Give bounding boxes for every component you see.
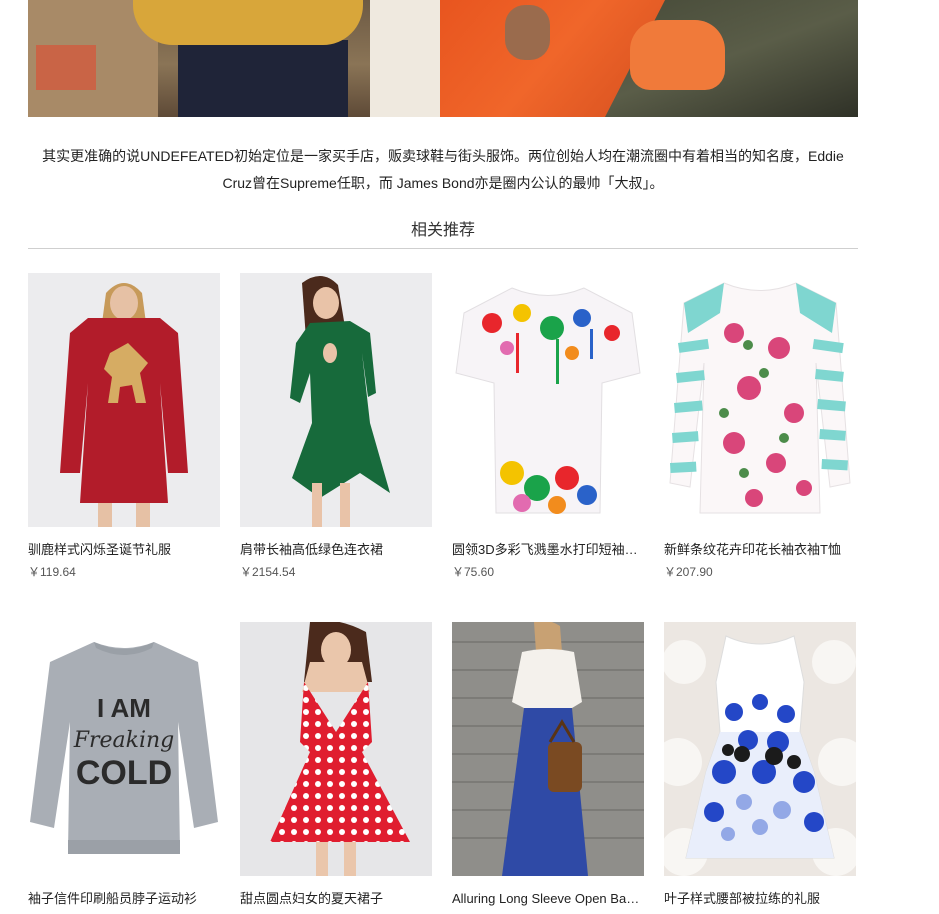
product-image[interactable] bbox=[28, 273, 220, 527]
product-card[interactable]: 圆领3D多彩飞溅墨水打印短袖T恤 ￥75.60 bbox=[452, 273, 644, 579]
product-price: ￥75.60 bbox=[452, 565, 495, 579]
product-price: ￥119.64 bbox=[28, 565, 76, 579]
product-name[interactable]: 袖子信件印刷船员脖子运动衫 bbox=[28, 890, 220, 908]
product-name[interactable]: Alluring Long Sleeve Open Back Maxi Dres… bbox=[452, 890, 644, 908]
sweatshirt-print-line1: I AM bbox=[97, 693, 151, 723]
product-image[interactable] bbox=[452, 273, 644, 527]
product-image[interactable] bbox=[452, 622, 644, 876]
product-price: ￥207.90 bbox=[664, 565, 713, 579]
product-card[interactable]: 肩带长袖高低绿色连衣裙 ￥2154.54 bbox=[240, 273, 432, 579]
product-card[interactable]: 叶子样式腰部被拉练的礼服 bbox=[664, 622, 856, 914]
product-card[interactable]: 甜点圆点妇女的夏天裙子 bbox=[240, 622, 432, 914]
product-card[interactable]: Alluring Long Sleeve Open Back Maxi Dres… bbox=[452, 622, 644, 914]
article-paragraph: 其实更准确的说UNDEFEATED初始定位是一家买手店，贩卖球鞋与街头服饰。两位… bbox=[42, 148, 844, 191]
product-name[interactable]: 新鲜条纹花卉印花长袖衣袖T恤 bbox=[664, 541, 856, 559]
product-image[interactable]: I AM Freaking COLD bbox=[28, 622, 220, 876]
product-image[interactable] bbox=[664, 273, 856, 527]
product-image[interactable] bbox=[240, 622, 432, 876]
product-name[interactable]: 驯鹿样式闪烁圣诞节礼服 bbox=[28, 541, 220, 559]
product-name[interactable]: 圆领3D多彩飞溅墨水打印短袖T恤 bbox=[452, 541, 644, 559]
hero-photo-left bbox=[28, 0, 440, 117]
section-divider bbox=[28, 248, 858, 249]
sweatshirt-print-line3: COLD bbox=[76, 754, 172, 792]
page: 其实更准确的说UNDEFEATED初始定位是一家买手店，贩卖球鞋与街头服饰。两位… bbox=[0, 0, 939, 907]
hero-photo-right bbox=[440, 0, 858, 117]
product-card[interactable]: 驯鹿样式闪烁圣诞节礼服 ￥119.64 bbox=[28, 273, 220, 579]
sweatshirt-print-line2: Freaking bbox=[73, 728, 175, 753]
product-card[interactable]: I AM Freaking COLD 袖子信件印刷船员脖子运动衫 bbox=[28, 622, 220, 914]
product-image[interactable] bbox=[240, 273, 432, 527]
product-name[interactable]: 甜点圆点妇女的夏天裙子 bbox=[240, 890, 432, 908]
product-card[interactable]: 新鲜条纹花卉印花长袖衣袖T恤 ￥207.90 bbox=[664, 273, 856, 579]
product-price: ￥2154.54 bbox=[240, 565, 296, 579]
product-image[interactable] bbox=[664, 622, 856, 876]
product-name[interactable]: 肩带长袖高低绿色连衣裙 bbox=[240, 541, 432, 559]
product-name[interactable]: 叶子样式腰部被拉练的礼服 bbox=[664, 890, 856, 908]
related-section-title: 相关推荐 bbox=[410, 222, 475, 239]
article-hero-image bbox=[28, 0, 858, 117]
